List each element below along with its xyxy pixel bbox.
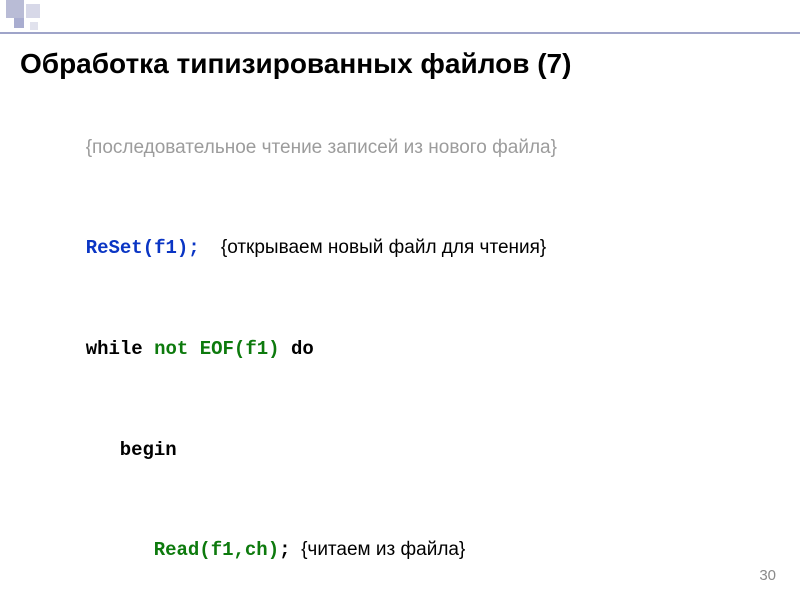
comment-line: {последовательное чтение записей из ново…: [20, 98, 780, 198]
while-kw: while: [86, 338, 154, 360]
not-kw: not: [154, 338, 188, 360]
top-rule: [0, 32, 800, 34]
do-kw: do: [280, 338, 314, 360]
corner-decoration: [0, 0, 70, 40]
comment-text: {последовательное чтение записей из ново…: [86, 137, 557, 158]
read-call: Read(f1,ch): [154, 539, 279, 561]
eof-call: EOF(f1): [188, 338, 279, 360]
code-line: ReSet(f1); {открываем новый файл для чте…: [20, 198, 780, 299]
reset-note: {открываем новый файл для чтения}: [221, 237, 546, 258]
read-semi: ;: [279, 539, 290, 561]
reset-call: ReSet(f1);: [86, 237, 200, 259]
page-number: 30: [759, 567, 776, 584]
code-line: while not EOF(f1) do: [20, 299, 780, 400]
code-line: begin: [20, 399, 780, 500]
read-note: {читаем из файла}: [301, 539, 465, 560]
slide-content: Обработка типизированных файлов (7) {пос…: [20, 48, 780, 570]
slide-title: Обработка типизированных файлов (7): [20, 48, 780, 80]
begin-kw: begin: [120, 439, 177, 461]
code-listing: {последовательное чтение записей из ново…: [20, 98, 780, 600]
code-line: Read(f1,ch); {читаем из файла}: [20, 500, 780, 600]
